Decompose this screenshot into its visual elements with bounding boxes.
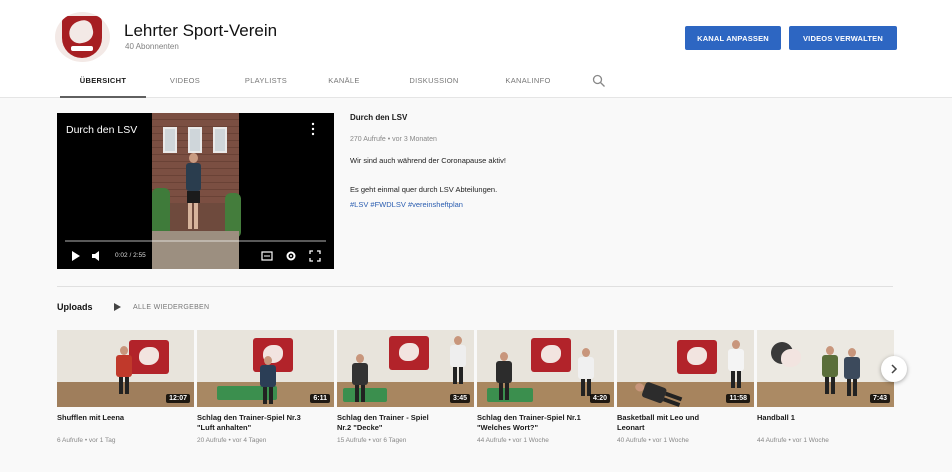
manage-videos-button[interactable]: VIDEOS VERWALTEN <box>789 26 897 50</box>
video-window <box>188 127 202 153</box>
video-card[interactable]: 6:11 Schlag den Trainer-Spiel Nr.3 "Luft … <box>197 330 334 444</box>
player-title: Durch den LSV <box>66 124 138 136</box>
section-divider <box>57 286 893 287</box>
video-title[interactable]: Basketball mit Leo und Leonart <box>617 413 754 433</box>
featured-hashtags[interactable]: #LSV #FWDLSV #vereinsheftplan <box>350 200 463 209</box>
tab-discussion[interactable]: DISKUSSION <box>380 72 488 98</box>
person-figure <box>259 356 277 404</box>
chevron-right-icon <box>891 364 898 374</box>
video-thumbnail[interactable]: 7:43 <box>757 330 894 407</box>
video-window <box>163 127 177 153</box>
video-card[interactable]: 3:45 Schlag den Trainer - Spiel Nr.2 "Dec… <box>337 330 474 444</box>
person-figure <box>495 352 513 400</box>
channel-name: Lehrter Sport-Verein <box>124 21 278 40</box>
channel-avatar[interactable] <box>55 12 110 62</box>
video-person <box>184 153 202 231</box>
person-figure <box>449 336 467 384</box>
person-figure <box>821 346 839 394</box>
person-figure <box>843 348 861 396</box>
video-duration: 7:43 <box>869 394 890 403</box>
player-time: 0:02 / 2:55 <box>115 252 146 259</box>
lsv-logo-sign <box>531 338 571 372</box>
person-figure <box>115 346 133 394</box>
tab-videos[interactable]: VIDEOS <box>146 72 224 98</box>
video-duration: 3:45 <box>449 394 470 403</box>
fullscreen-icon[interactable] <box>309 250 321 262</box>
next-arrow-button[interactable] <box>881 356 907 382</box>
lsv-logo-sign <box>129 340 169 374</box>
video-ground <box>152 231 239 269</box>
video-duration: 12:07 <box>166 394 190 403</box>
video-thumbnail[interactable]: 3:45 <box>337 330 474 407</box>
video-meta: 40 Aufrufe • vor 1 Woche <box>617 437 689 444</box>
channel-tabs: ÜBERSICHT VIDEOS PLAYLISTS KANÄLE DISKUS… <box>60 72 568 98</box>
video-meta: 20 Aufrufe • vor 4 Tagen <box>197 437 267 444</box>
video-thumbnail[interactable]: 12:07 <box>57 330 194 407</box>
tab-about[interactable]: KANALINFO <box>488 72 568 98</box>
video-duration: 6:11 <box>310 394 330 403</box>
video-meta: 44 Aufrufe • vor 1 Woche <box>477 437 549 444</box>
person-figure <box>351 354 369 402</box>
volume-icon[interactable] <box>91 250 103 262</box>
video-meta: 44 Aufrufe • vor 1 Woche <box>757 437 829 444</box>
featured-description: Wir sind auch während der Coronapause ak… <box>350 156 506 165</box>
search-icon[interactable] <box>592 74 606 88</box>
logo-year-badge <box>71 46 93 51</box>
video-meta: 15 Aufrufe • vor 6 Tagen <box>337 437 407 444</box>
uploads-heading[interactable]: Uploads <box>57 302 93 312</box>
settings-gear-icon[interactable] <box>285 250 297 262</box>
video-thumbnail[interactable]: 11:58 <box>617 330 754 407</box>
video-card[interactable]: 11:58 Basketball mit Leo und Leonart 40 A… <box>617 330 754 444</box>
featured-meta: 270 Aufrufe • vor 3 Monaten <box>350 136 437 143</box>
captions-icon[interactable] <box>261 250 273 262</box>
video-window <box>213 127 227 153</box>
video-thumbnail[interactable]: 4:20 <box>477 330 614 407</box>
person-figure <box>727 340 745 388</box>
video-meta: 6 Aufrufe • vor 1 Tag <box>57 437 116 444</box>
subscriber-count: 40 Abonnenten <box>125 42 179 51</box>
video-title[interactable]: Shufflen mit Leena <box>57 413 194 433</box>
video-duration: 11:58 <box>726 394 750 403</box>
lsv-logo-sign <box>677 340 717 374</box>
more-vert-icon[interactable] <box>308 122 318 136</box>
tab-playlists[interactable]: PLAYLISTS <box>224 72 308 98</box>
video-title[interactable]: Schlag den Trainer-Spiel Nr.1 "Welches Wo… <box>477 413 614 433</box>
video-title[interactable]: Schlag den Trainer-Spiel Nr.3 "Luft anhal… <box>197 413 334 433</box>
video-title[interactable]: Schlag den Trainer - Spiel Nr.2 "Decke" <box>337 413 474 433</box>
featured-description: Es geht einmal quer durch LSV Abteilunge… <box>350 185 498 194</box>
play-all-button[interactable]: ALLE WIEDERGEBEN <box>133 304 209 311</box>
tab-channels[interactable]: KANÄLE <box>308 72 380 98</box>
video-card[interactable]: 12:07 Shufflen mit Leena 6 Aufrufe • vor… <box>57 330 194 444</box>
video-card[interactable]: 4:20 Schlag den Trainer-Spiel Nr.1 "Welch… <box>477 330 614 444</box>
video-duration: 4:20 <box>589 394 610 403</box>
featured-video-player[interactable]: Durch den LSV 0:02 / 2:55 <box>57 113 334 269</box>
video-card[interactable]: 7:43 Handball 1 44 Aufrufe • vor 1 Woche <box>757 330 894 444</box>
progress-bar[interactable] <box>65 240 326 242</box>
play-all-icon[interactable] <box>113 302 122 312</box>
featured-title[interactable]: Durch den LSV <box>350 113 407 122</box>
video-thumbnail[interactable]: 6:11 <box>197 330 334 407</box>
lsv-logo-sign <box>389 336 429 370</box>
video-title[interactable]: Handball 1 <box>757 413 894 433</box>
channel-header: Lehrter Sport-Verein 40 Abonnenten KANAL… <box>0 0 952 98</box>
customize-channel-button[interactable]: KANAL ANPASSEN <box>685 26 781 50</box>
wall-clock <box>771 342 801 367</box>
person-figure <box>577 348 595 396</box>
play-icon[interactable] <box>71 250 81 262</box>
tab-overview[interactable]: ÜBERSICHT <box>60 72 146 98</box>
